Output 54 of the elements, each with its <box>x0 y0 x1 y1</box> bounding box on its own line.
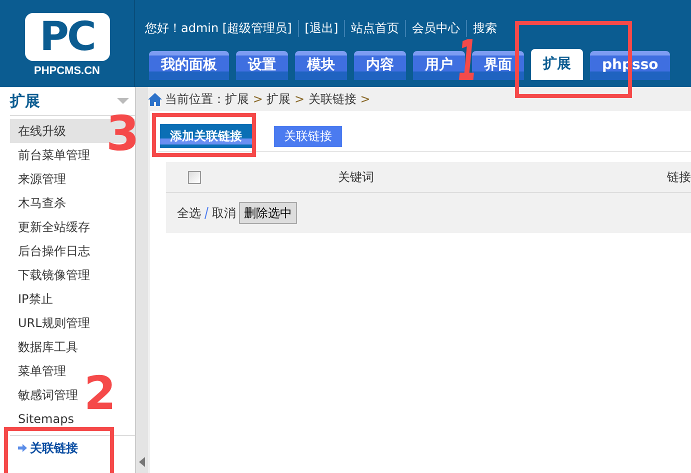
column-header: 关键词 <box>338 168 374 186</box>
slash-divider <box>204 207 209 219</box>
nav-tab[interactable]: 扩展 <box>531 49 583 80</box>
sidebar-item[interactable]: 数据库工具 <box>10 335 82 359</box>
sidebar-toggle-bar[interactable] <box>135 87 148 473</box>
checkbox[interactable] <box>188 170 201 184</box>
top-link[interactable]: 站点首页 <box>345 20 406 36</box>
logo-mark: PC <box>24 13 110 61</box>
top-link[interactable]: [退出] <box>298 20 346 36</box>
sidebar-item[interactable]: 前台菜单管理 <box>10 143 94 167</box>
top-link[interactable]: 会员中心 <box>406 20 468 36</box>
nav-tab[interactable]: 模块 <box>295 51 347 80</box>
logo-caption: PHPCMS.CN <box>34 65 100 77</box>
sidebar-item[interactable]: 敏感词管理 <box>10 383 82 407</box>
sidebar-item-label: 关联链接 <box>30 440 78 456</box>
step-number: 2 <box>84 370 116 416</box>
sidebar-item-label: 在线升级 <box>18 123 66 140</box>
sidebar-item-label: 前台菜单管理 <box>18 147 90 164</box>
sidebar-item[interactable]: 后台操作日志 <box>10 239 94 263</box>
sidebar-item[interactable]: 下载镜像管理 <box>10 263 94 287</box>
nav-tab[interactable]: 设置 <box>236 51 288 80</box>
sidebar-item[interactable]: 菜单管理 <box>10 359 70 383</box>
caret-icon[interactable] <box>117 98 129 104</box>
sidebar-item[interactable]: 更新全站缓存 <box>10 215 94 239</box>
sidebar-item[interactable]: IP禁止 <box>10 287 57 311</box>
sidebar-item-label: 更新全站缓存 <box>18 219 90 236</box>
sidebar-item-label: 敏感词管理 <box>18 387 78 404</box>
greeting-text: 您好！admin [超级管理员] <box>145 20 299 36</box>
sidebar-item-label: 菜单管理 <box>18 363 66 380</box>
delete-selected-button[interactable]: 删除选中 <box>239 202 297 224</box>
home-icon[interactable] <box>148 92 162 106</box>
breadcrumb-text: 当前位置：扩展 > 扩展 > 关联链接 > <box>165 90 370 108</box>
select-all-link[interactable]: 全选 <box>177 204 201 222</box>
sidebar-item-label: 下载镜像管理 <box>18 267 90 284</box>
subtab-button[interactable]: 关联链接 <box>274 126 342 146</box>
sidebar-item-label: 来源管理 <box>18 171 66 188</box>
sidebar-item-label: 后台操作日志 <box>18 243 90 260</box>
sidebar-item-label: IP禁止 <box>18 291 53 308</box>
sidebar-item-label: 木马查杀 <box>18 195 66 212</box>
nav-tab[interactable]: 我的面板 <box>149 51 229 80</box>
cancel-link[interactable]: 取消 <box>212 204 236 222</box>
subtab-button[interactable]: 添加关联链接 <box>160 124 252 148</box>
top-link[interactable]: 搜索 <box>467 20 504 36</box>
sidebar-item[interactable]: 来源管理 <box>10 167 70 191</box>
arrow-icon <box>18 444 27 452</box>
sidebar-item[interactable]: Sitemaps <box>10 407 78 431</box>
sidebar-item[interactable]: 木马查杀 <box>10 191 70 215</box>
sidebar-item-label: Sitemaps <box>18 411 74 428</box>
sidebar-item-label: URL规则管理 <box>18 315 90 332</box>
sidebar-item-label: 数据库工具 <box>18 339 78 356</box>
column-header: 链接 <box>667 168 691 186</box>
nav-tab[interactable]: 内容 <box>354 51 406 80</box>
sidebar-title: 扩展 <box>10 92 40 110</box>
sidebar-item[interactable]: URL规则管理 <box>10 311 94 335</box>
